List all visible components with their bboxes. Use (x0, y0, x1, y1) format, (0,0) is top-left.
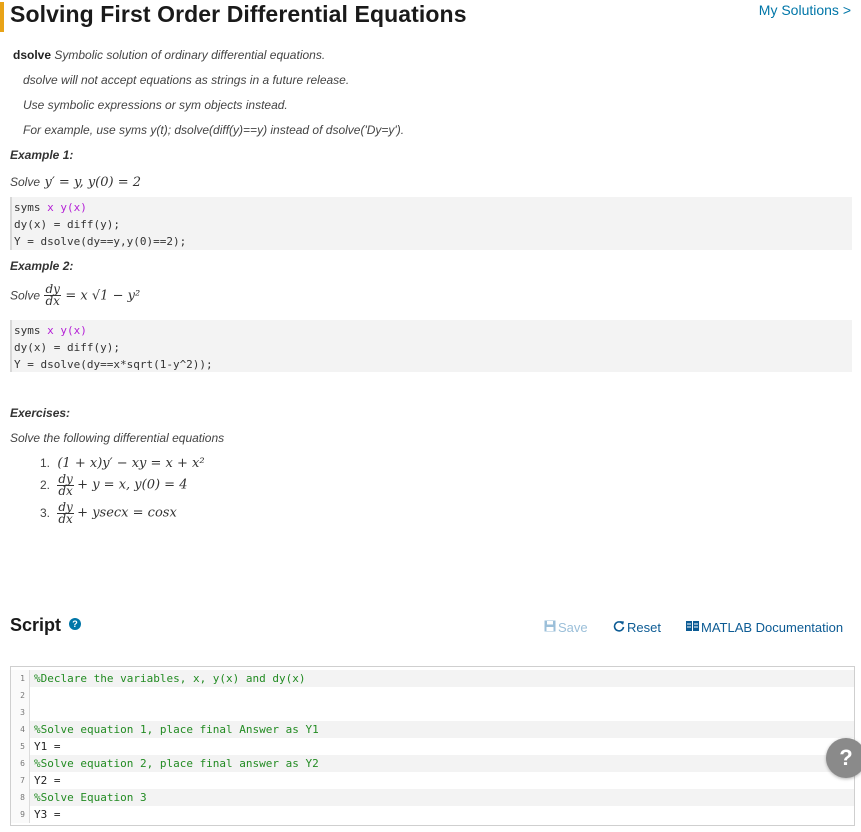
title-accent-bar (0, 2, 4, 32)
note-symbolic: Use symbolic expressions or sym objects … (23, 98, 288, 112)
matlab-documentation-button[interactable]: MATLAB Documentation (686, 620, 843, 635)
example2-rhs: = x √1 − y² (65, 288, 141, 304)
editor-line[interactable]: 8 %Solve Equation 3 (11, 789, 854, 806)
example1-code-line2: dy(x) = diff(y); (14, 218, 120, 231)
example2-heading: Example 2: (10, 259, 74, 273)
example1-heading: Example 1: (10, 148, 74, 162)
code-comment[interactable]: %Solve equation 2, place final answer as… (34, 755, 319, 772)
exercise-number: 1. (40, 456, 51, 470)
example2-fraction: dy dx (44, 283, 61, 308)
editor-line[interactable]: 1 %Declare the variables, x, y(x) and dy… (11, 670, 854, 687)
floating-help-button[interactable]: ? (826, 738, 861, 778)
example2-statement: Solve dy dx = x √1 − y² (10, 283, 141, 308)
syms-args: x y(x) (40, 324, 87, 337)
reset-button[interactable]: Reset (613, 620, 661, 635)
line-number: 6 (11, 755, 30, 772)
exercise-number: 3. (40, 505, 51, 520)
save-button[interactable]: Save (544, 620, 588, 635)
syms-keyword: syms (14, 201, 41, 214)
exercise-number: 2. (40, 477, 51, 492)
exercise-item-3: 3. dy dx + ysecx = cosx (40, 501, 177, 526)
editor-line[interactable]: 6 %Solve equation 2, place final answer … (11, 755, 854, 772)
example1-code-line3: Y = dsolve(dy==y,y(0)==2); (14, 235, 187, 248)
note-example: For example, use syms y(t); dsolve(diff(… (23, 123, 405, 137)
line-number: 1 (11, 670, 30, 687)
exercises-intro: Solve the following differential equatio… (10, 431, 225, 445)
line-number: 3 (11, 704, 30, 721)
script-title: Script (10, 615, 62, 635)
code-comment[interactable]: %Solve equation 1, place final Answer as… (34, 721, 319, 738)
example2-prompt: Solve (10, 288, 41, 303)
save-label: Save (558, 620, 588, 635)
editor-line[interactable]: 3 (11, 704, 854, 721)
save-icon (544, 620, 556, 635)
line-number: 9 (11, 806, 30, 823)
example1-prompt: Solve (10, 175, 41, 189)
fraction-denominator: dx (45, 294, 60, 308)
my-solutions-link[interactable]: My Solutions > (759, 2, 851, 18)
exercise-equation: (1 + x)y′ − xy = x + x² (57, 456, 205, 471)
exercise-fraction: dy dx (57, 501, 74, 526)
fraction-denominator: dx (58, 484, 73, 498)
line-number: 2 (11, 687, 30, 704)
example2-code-line3: Y = dsolve(dy==x*sqrt(1-y^2)); (14, 358, 213, 371)
code-text[interactable]: Y3 = (34, 806, 61, 823)
editor-line[interactable]: 2 (11, 687, 854, 704)
line-number: 8 (11, 789, 30, 806)
code-comment[interactable]: %Solve Equation 3 (34, 789, 147, 806)
note-strings: dsolve will not accept equations as stri… (23, 73, 350, 87)
syms-keyword: syms (14, 324, 41, 337)
example2-code-line1: syms x y(x) (14, 322, 852, 339)
reset-icon (613, 620, 625, 635)
example2-code: syms x y(x) dy(x) = diff(y); Y = dsolve(… (10, 320, 852, 372)
script-header: Script ? Save Reset MATLAB Documentation (10, 614, 852, 644)
exercise-equation: + y = x, y(0) = 4 (77, 477, 188, 493)
editor-line[interactable]: 7 Y2 = (11, 772, 854, 789)
example1-equation: y′ = y, y(0) = 2 (44, 175, 142, 190)
code-comment[interactable]: %Declare the variables, x, y(x) and dy(x… (34, 670, 306, 687)
example1-code-line1: syms x y(x) (14, 199, 852, 216)
dsolve-summary: dsolve Symbolic solution of ordinary dif… (13, 48, 325, 62)
exercises-heading: Exercises: (10, 406, 71, 420)
fraction-denominator: dx (58, 512, 73, 526)
page-title: Solving First Order Differential Equatio… (10, 1, 467, 27)
script-editor[interactable]: 1 %Declare the variables, x, y(x) and dy… (10, 666, 855, 826)
dsolve-summary-text: Symbolic solution of ordinary differenti… (51, 48, 326, 62)
matlab-documentation-label: MATLAB Documentation (701, 620, 844, 635)
help-icon[interactable]: ? (69, 618, 81, 630)
reset-label: Reset (627, 620, 661, 635)
exercise-fraction: dy dx (57, 473, 74, 498)
line-number: 5 (11, 738, 30, 755)
line-number: 7 (11, 772, 30, 789)
code-text[interactable]: Y2 = (34, 772, 61, 789)
title-bar: Solving First Order Differential Equatio… (0, 0, 861, 34)
editor-line[interactable]: 5 Y1 = (11, 738, 854, 755)
example2-code-line2: dy(x) = diff(y); (14, 341, 120, 354)
example1-statement: Solve y′ = y, y(0) = 2 (10, 173, 141, 191)
example1-code: syms x y(x) dy(x) = diff(y); Y = dsolve(… (10, 197, 852, 250)
line-number: 4 (11, 721, 30, 738)
editor-line[interactable]: 4 %Solve equation 1, place final Answer … (11, 721, 854, 738)
exercise-item-1: 1. (1 + x)y′ − xy = x + x² (40, 456, 205, 471)
book-icon (686, 620, 699, 635)
syms-args: x y(x) (40, 201, 87, 214)
code-text[interactable]: Y1 = (34, 738, 61, 755)
editor-line[interactable]: 9 Y3 = (11, 806, 854, 823)
exercise-equation: + ysecx = cosx (77, 505, 177, 521)
dsolve-keyword: dsolve (13, 48, 52, 62)
exercise-item-2: 2. dy dx + y = x, y(0) = 4 (40, 473, 188, 498)
